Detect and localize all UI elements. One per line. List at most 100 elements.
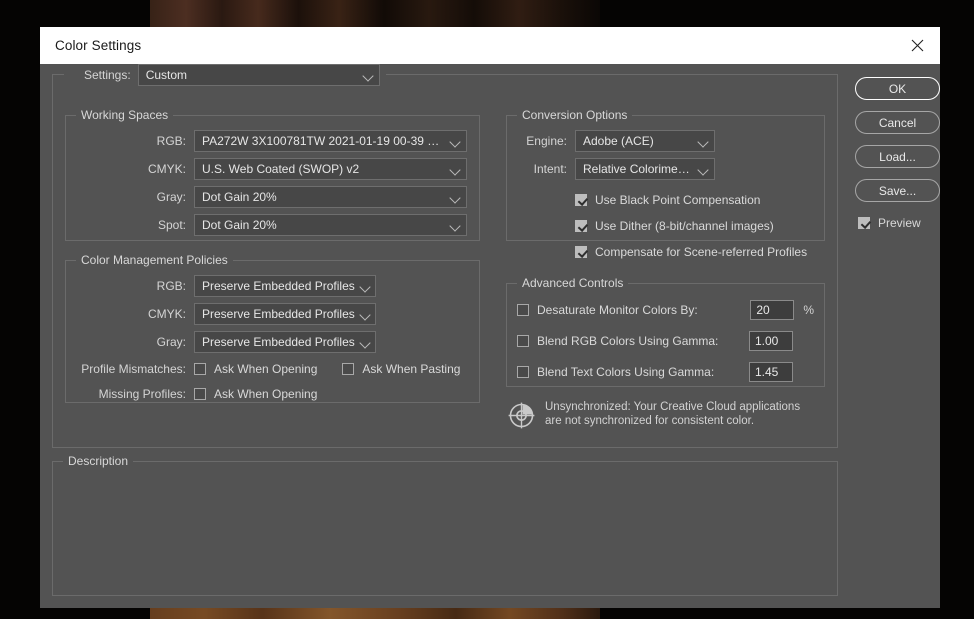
chevron-down-icon — [359, 280, 372, 293]
dialog-title: Color Settings — [55, 38, 142, 53]
settings-label: Settings: — [84, 68, 131, 82]
chevron-down-icon — [697, 163, 710, 176]
profile-mismatches-row: Profile Mismatches: Ask When Opening Ask… — [78, 359, 467, 379]
working-space-gray-select[interactable]: Dot Gain 20% — [194, 186, 467, 208]
description-text — [53, 462, 837, 494]
compensate-scene-referred-checkbox[interactable]: Compensate for Scene-referred Profiles — [575, 239, 812, 265]
chevron-down-icon — [362, 69, 375, 82]
working-space-rgb-label: RGB: — [156, 134, 186, 148]
working-spaces-legend: Working Spaces — [76, 108, 174, 122]
chevron-down-icon — [697, 135, 710, 148]
policy-gray-value: Preserve Embedded Profiles — [202, 335, 355, 349]
policy-rgb-row: RGB: Preserve Embedded Profiles — [78, 275, 467, 297]
blend-rgb-gamma-row: Blend RGB Colors Using Gamma: — [517, 329, 814, 353]
desaturate-monitor-colors-checkbox[interactable]: Desaturate Monitor Colors By: — [517, 300, 750, 320]
profile-mismatches-ask-when-opening-label: Ask When Opening — [214, 362, 318, 376]
blend-text-gamma-row: Blend Text Colors Using Gamma: — [517, 360, 814, 384]
policy-cmyk-value: Preserve Embedded Profiles — [202, 307, 355, 321]
dialog-body: Settings: Custom Working Spaces RGB: PA2… — [40, 64, 940, 608]
working-space-gray-value: Dot Gain 20% — [202, 190, 277, 204]
missing-profiles-label: Missing Profiles: — [98, 387, 186, 401]
desaturate-monitor-colors-label: Desaturate Monitor Colors By: — [537, 303, 698, 317]
save-button[interactable]: Save... — [855, 179, 940, 202]
ok-button[interactable]: OK — [855, 77, 940, 100]
color-management-policies-legend: Color Management Policies — [76, 253, 233, 267]
checkbox-box — [575, 246, 587, 258]
sync-status-line1: Unsynchronized: Your Creative Cloud appl… — [545, 401, 801, 413]
profile-mismatches-ask-when-pasting-checkbox[interactable]: Ask When Pasting — [342, 359, 460, 379]
settings-preset-select[interactable]: Custom — [137, 64, 380, 86]
chevron-down-icon — [449, 219, 462, 232]
color-settings-dialog: Color Settings Settings: Custom Working … — [40, 27, 940, 608]
right-column: Conversion Options Engine: Adobe (ACE) I… — [506, 105, 825, 432]
chevron-down-icon — [359, 336, 372, 349]
working-space-gray-row: Gray: Dot Gain 20% — [78, 186, 467, 208]
profile-mismatches-label: Profile Mismatches: — [81, 362, 186, 376]
preview-checkbox[interactable]: Preview — [855, 213, 940, 233]
engine-row: Engine: Adobe (ACE) — [519, 130, 812, 152]
checkbox-box — [194, 388, 206, 400]
missing-profiles-ask-when-opening-label: Ask When Opening — [214, 387, 318, 401]
cc-sync-target-icon — [508, 402, 535, 432]
content-column: Settings: Custom Working Spaces RGB: PA2… — [52, 64, 838, 596]
working-space-spot-value: Dot Gain 20% — [202, 218, 277, 232]
settings-row: Settings: Custom — [64, 64, 386, 86]
blend-rgb-gamma-checkbox[interactable]: Blend RGB Colors Using Gamma: — [517, 331, 749, 351]
working-space-spot-label: Spot: — [157, 218, 186, 232]
policy-gray-label: Gray: — [156, 335, 186, 349]
intent-row: Intent: Relative Colorimetric — [519, 158, 812, 180]
checkbox-box — [517, 335, 529, 347]
panel-columns: Working Spaces RGB: PA272W 3X100781TW 20… — [65, 105, 825, 432]
settings-panel: Settings: Custom Working Spaces RGB: PA2… — [52, 64, 838, 448]
blend-rgb-gamma-input[interactable] — [749, 331, 793, 351]
engine-label: Engine: — [526, 134, 567, 148]
checkbox-box — [575, 194, 587, 206]
engine-value: Adobe (ACE) — [583, 134, 654, 148]
engine-select[interactable]: Adobe (ACE) — [575, 130, 715, 152]
background-photo-top — [150, 0, 600, 30]
dialog-titlebar: Color Settings — [40, 27, 940, 64]
working-space-gray-label: Gray: — [156, 190, 186, 204]
conversion-options-group: Conversion Options Engine: Adobe (ACE) I… — [506, 108, 825, 259]
close-icon[interactable] — [894, 27, 940, 64]
use-dither-checkbox[interactable]: Use Dither (8-bit/channel images) — [575, 213, 812, 239]
checkbox-box — [194, 363, 206, 375]
compensate-scene-referred-label: Compensate for Scene-referred Profiles — [595, 245, 808, 259]
desaturate-monitor-colors-input[interactable] — [750, 300, 795, 320]
policy-rgb-select[interactable]: Preserve Embedded Profiles — [194, 275, 376, 297]
checkbox-box — [517, 304, 529, 316]
load-button[interactable]: Load... — [855, 145, 940, 168]
chevron-down-icon — [449, 191, 462, 204]
missing-profiles-row: Missing Profiles: Ask When Opening — [78, 384, 467, 404]
blend-rgb-gamma-label: Blend RGB Colors Using Gamma: — [537, 334, 719, 348]
policy-gray-select[interactable]: Preserve Embedded Profiles — [194, 331, 376, 353]
percent-symbol: % — [803, 303, 814, 317]
left-column: Working Spaces RGB: PA272W 3X100781TW 20… — [65, 105, 480, 432]
advanced-controls-legend: Advanced Controls — [517, 276, 629, 290]
policy-cmyk-select[interactable]: Preserve Embedded Profiles — [194, 303, 376, 325]
intent-value: Relative Colorimetric — [583, 162, 693, 176]
missing-profiles-ask-when-opening-checkbox[interactable]: Ask When Opening — [194, 384, 317, 404]
intent-select[interactable]: Relative Colorimetric — [575, 158, 715, 180]
use-black-point-compensation-checkbox[interactable]: Use Black Point Compensation — [575, 187, 812, 213]
blend-text-gamma-label: Blend Text Colors Using Gamma: — [537, 365, 715, 379]
working-space-rgb-row: RGB: PA272W 3X100781TW 2021-01-19 00-39 … — [78, 130, 467, 152]
intent-label: Intent: — [533, 162, 567, 176]
sync-status-line2: are not synchronized for consistent colo… — [545, 414, 755, 427]
policy-cmyk-row: CMYK: Preserve Embedded Profiles — [78, 303, 467, 325]
blend-text-gamma-checkbox[interactable]: Blend Text Colors Using Gamma: — [517, 362, 749, 382]
cancel-button[interactable]: Cancel — [855, 111, 940, 134]
blend-text-gamma-input[interactable] — [749, 362, 793, 382]
working-space-cmyk-value: U.S. Web Coated (SWOP) v2 — [202, 162, 360, 176]
working-space-cmyk-label: CMYK: — [147, 162, 186, 176]
working-space-cmyk-select[interactable]: U.S. Web Coated (SWOP) v2 — [194, 158, 467, 180]
checkbox-box — [858, 217, 870, 229]
working-space-rgb-select[interactable]: PA272W 3X100781TW 2021-01-19 00-39 D65..… — [194, 130, 467, 152]
color-management-policies-group: Color Management Policies RGB: Preserve … — [65, 253, 480, 404]
working-space-spot-select[interactable]: Dot Gain 20% — [194, 214, 467, 236]
conversion-options-legend: Conversion Options — [517, 108, 633, 122]
sync-status-message: Unsynchronized: Your Creative Cloud appl… — [506, 401, 825, 432]
profile-mismatches-ask-when-opening-checkbox[interactable]: Ask When Opening — [194, 359, 317, 379]
policy-cmyk-label: CMYK: — [147, 307, 186, 321]
checkbox-box — [517, 366, 529, 378]
